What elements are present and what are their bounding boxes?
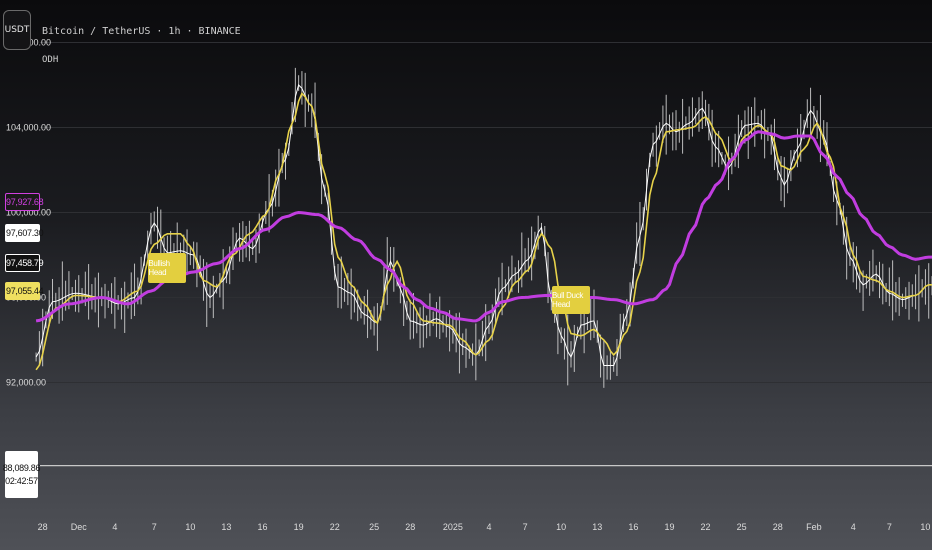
x-tick-label: 25	[369, 522, 379, 532]
price-tag-fast-ma: 97,055.44	[5, 282, 44, 300]
x-tick-label: 16	[628, 522, 638, 532]
chart-label-bull-duck-head[interactable]: Bull Duck Head	[552, 285, 590, 314]
x-tick-label: 28	[38, 522, 48, 532]
y-tick-label: 92,000.00	[6, 378, 46, 388]
x-tick-label: 7	[152, 522, 157, 532]
x-tick-label: 4	[486, 522, 491, 532]
x-tick-label: 25	[737, 522, 747, 532]
x-tick-label: 4	[851, 522, 856, 532]
x-tick-label: 19	[664, 522, 674, 532]
price-chart[interactable]: 92,000.0096,000.00100,000.00104,000.0010…	[0, 0, 932, 550]
x-tick-label: 7	[887, 522, 892, 532]
chart-label-bullish-head[interactable]: Bullish Head	[148, 252, 187, 283]
y-axis-labels: 92,000.0096,000.00100,000.00104,000.0010…	[6, 38, 51, 388]
last-price-value: 88,089.86	[2, 463, 41, 473]
chart-title: Bitcoin / TetherUS · 1h · BINANCE	[42, 26, 241, 37]
indicator-label: ODH	[42, 55, 59, 65]
x-axis-labels: 28 Dec 4 7 10 13 16 19 22 25 28 2025 4 7 10 13 16 19 22 25 2…	[38, 522, 931, 532]
x-tick-label: Dec	[71, 522, 88, 532]
x-tick-label: 22	[701, 522, 711, 532]
price-tag-price: 97,458.79	[5, 254, 44, 272]
y-tick-label: 104,000.00	[6, 123, 51, 133]
price-tag-current: 97,607.30	[5, 224, 44, 242]
x-tick-label: 13	[592, 522, 602, 532]
x-tick-label: 22	[330, 522, 340, 532]
bar-countdown: 02:42:57	[5, 476, 38, 486]
price-tag-slow-ma: 97,927.68	[5, 193, 44, 211]
x-tick-label: 4	[112, 522, 117, 532]
x-tick-label: 19	[294, 522, 304, 532]
last-price-box: 88,089.86 02:42:57	[2, 451, 41, 498]
symbol-button[interactable]: USDT	[3, 10, 31, 50]
x-tick-label: 28	[773, 522, 783, 532]
candles	[35, 67, 932, 388]
x-tick-label: 7	[523, 522, 528, 532]
x-tick-label: 13	[221, 522, 231, 532]
x-tick-label: 10	[920, 522, 930, 532]
x-tick-label: 2025	[443, 522, 463, 532]
x-tick-label: 28	[405, 522, 415, 532]
x-tick-label: Feb	[806, 522, 822, 532]
x-tick-label: 10	[185, 522, 195, 532]
x-tick-label: 10	[556, 522, 566, 532]
x-tick-label: 16	[258, 522, 268, 532]
